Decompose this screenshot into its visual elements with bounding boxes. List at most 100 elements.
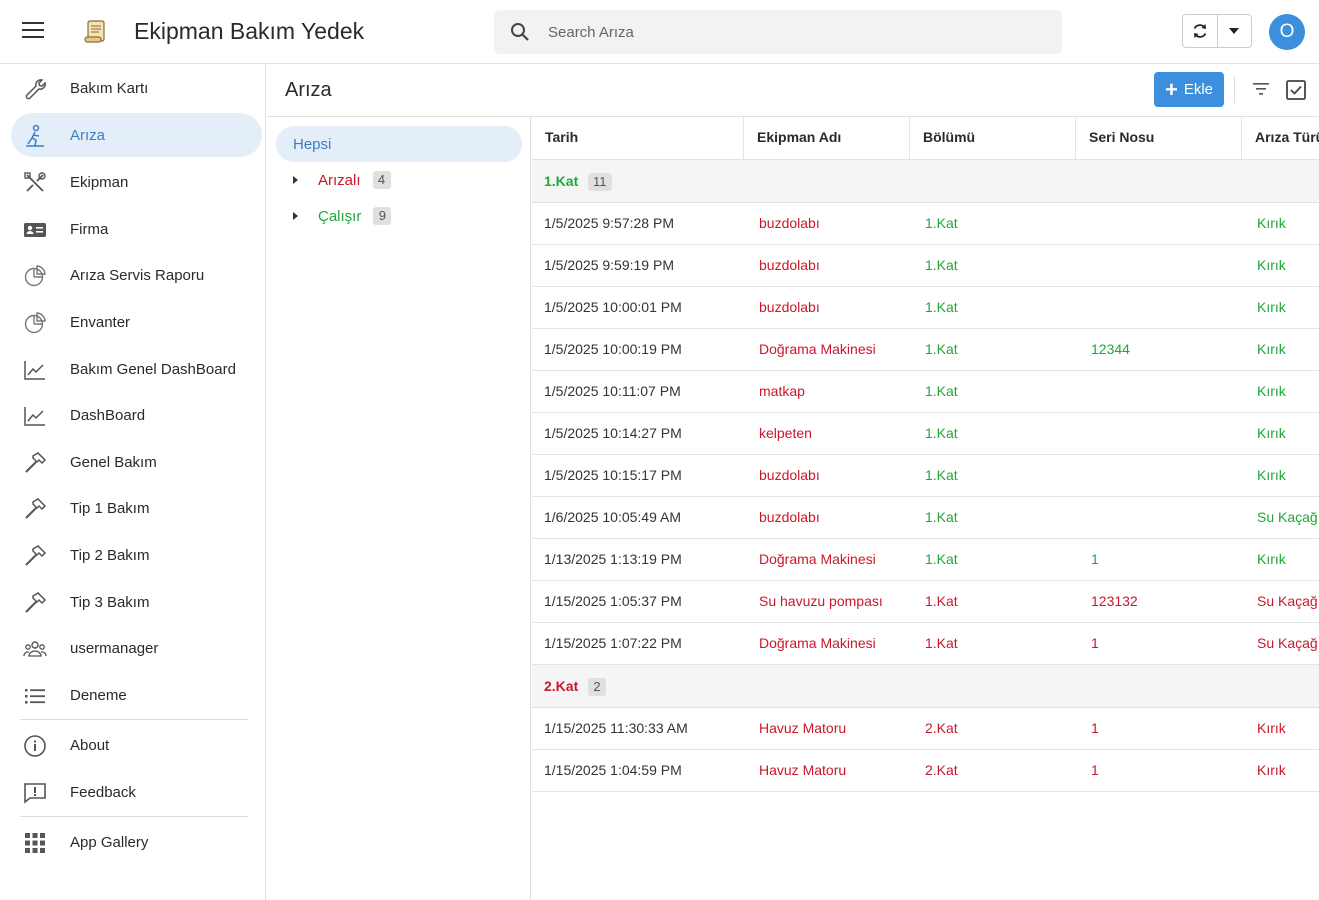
sidebar-item-feedback[interactable]: Feedback bbox=[11, 770, 262, 814]
table-row[interactable]: 1/5/2025 10:00:01 PM buzdolabı 1.Kat Kırık bbox=[532, 287, 1319, 329]
cell-bolumu: 1.Kat bbox=[925, 509, 958, 525]
sidebar-item-envanter[interactable]: Envanter bbox=[11, 300, 262, 344]
sidebar-item-ekipman[interactable]: Ekipman bbox=[11, 160, 262, 204]
table-row[interactable]: 1/5/2025 10:11:07 PM matkap 1.Kat Kırık bbox=[532, 371, 1319, 413]
cell-bolumu: 1.Kat bbox=[925, 383, 958, 399]
sidebar-item-ariza[interactable]: Arıza bbox=[11, 113, 262, 157]
sidebar-item-firma[interactable]: Firma bbox=[11, 207, 262, 251]
table-row[interactable]: 1/5/2025 10:00:19 PM Doğrama Makinesi 1.Ka… bbox=[532, 329, 1319, 371]
sidebar-item-label: Firma bbox=[70, 221, 109, 238]
sidebar-item-about[interactable]: About bbox=[11, 723, 262, 767]
count-badge: 11 bbox=[588, 173, 612, 191]
refresh-dropdown-button[interactable] bbox=[1216, 15, 1251, 47]
table-row[interactable]: 1/13/2025 1:13:19 PM Doğrama Makinesi 1.Ka… bbox=[532, 539, 1319, 581]
column-header-seri-nosu[interactable]: Seri Nosu bbox=[1076, 117, 1242, 160]
refresh-button[interactable] bbox=[1183, 15, 1217, 47]
cell-ariza-turu: Kırık bbox=[1257, 215, 1286, 231]
tree-item-calisir[interactable]: Çalışır 9 bbox=[289, 204, 392, 228]
cell-tarih: 1/5/2025 10:00:01 PM bbox=[544, 299, 682, 315]
tree-item-hepsi[interactable]: Hepsi bbox=[276, 126, 522, 162]
column-header-ariza-turu[interactable]: Arıza Türü bbox=[1242, 117, 1319, 160]
sidebar-item-tip-2-bakim[interactable]: Tip 2 Bakım bbox=[11, 533, 262, 577]
column-header-bolumu[interactable]: Bölümü bbox=[910, 117, 1076, 160]
page-title: Arıza bbox=[285, 79, 332, 101]
menu-icon[interactable] bbox=[22, 22, 46, 42]
table-row[interactable]: 1/5/2025 10:14:27 PM kelpeten 1.Kat Kırık bbox=[532, 413, 1319, 455]
sidebar-item-label: Tip 3 Bakım bbox=[70, 594, 150, 611]
count-badge: 9 bbox=[373, 207, 392, 225]
sidebar-item-usermanager[interactable]: usermanager bbox=[11, 626, 262, 670]
grid-header: Tarih Ekipman Adı Bölümü Seri Nosu Arıza… bbox=[532, 117, 1319, 160]
select-checkbox-icon[interactable] bbox=[1285, 79, 1307, 101]
add-button[interactable]: + Ekle bbox=[1154, 72, 1224, 107]
cell-ariza-turu: Kırık bbox=[1257, 551, 1286, 567]
tree-item-arizali[interactable]: Arızalı 4 bbox=[289, 168, 391, 192]
sidebar-item-label: Arıza Servis Raporu bbox=[70, 267, 205, 284]
table-row[interactable]: 1/6/2025 10:05:49 AM buzdolabı 1.Kat Su Kaç… bbox=[532, 497, 1319, 539]
table-row[interactable]: 1/5/2025 9:59:19 PM buzdolabı 1.Kat Kırık bbox=[532, 245, 1319, 287]
expand-arrow-icon[interactable] bbox=[293, 176, 298, 184]
cell-bolumu: 1.Kat bbox=[925, 635, 958, 651]
sidebar-divider bbox=[20, 816, 248, 817]
user-avatar[interactable]: O bbox=[1269, 14, 1305, 50]
table-row[interactable]: 1/15/2025 11:30:33 AM Havuz Matoru 2.Kat 1 K… bbox=[532, 708, 1319, 750]
sidebar-item-label: Bakım Kartı bbox=[70, 80, 149, 97]
cell-tarih: 1/5/2025 10:14:27 PM bbox=[544, 425, 682, 441]
toolbar-divider bbox=[1234, 77, 1235, 103]
list-icon bbox=[25, 689, 45, 704]
table-row[interactable]: 1/5/2025 10:15:17 PM buzdolabı 1.Kat Kırık bbox=[532, 455, 1319, 497]
sidebar-item-app-gallery[interactable]: App Gallery bbox=[11, 820, 262, 864]
sidebar-item-ariza-servis-raporu[interactable]: Arıza Servis Raporu bbox=[11, 253, 262, 297]
cell-tarih: 1/15/2025 11:30:33 AM bbox=[544, 720, 688, 736]
sidebar-item-bakim-karti[interactable]: Bakım Kartı bbox=[11, 66, 262, 110]
cell-ekipman-adi: buzdolabı bbox=[759, 467, 820, 483]
sidebar-item-label: Tip 1 Bakım bbox=[70, 500, 150, 517]
table-row[interactable]: 1/15/2025 1:07:22 PM Doğrama Makinesi 1.Ka… bbox=[532, 623, 1319, 665]
column-header-ekipman-adi[interactable]: Ekipman Adı bbox=[744, 117, 910, 160]
search-input[interactable] bbox=[548, 10, 1048, 54]
wrench-icon bbox=[25, 79, 46, 100]
cell-tarih: 1/5/2025 9:59:19 PM bbox=[544, 257, 674, 273]
count-badge: 4 bbox=[372, 171, 391, 189]
sidebar-item-genel-bakim[interactable]: Genel Bakım bbox=[11, 440, 262, 484]
content-header: Arıza + Ekle bbox=[267, 64, 1319, 117]
person-repair-icon bbox=[26, 124, 44, 147]
sidebar-item-tip-1-bakim[interactable]: Tip 1 Bakım bbox=[11, 486, 262, 530]
cell-bolumu: 1.Kat bbox=[925, 299, 958, 315]
cell-tarih: 1/5/2025 9:57:28 PM bbox=[544, 215, 674, 231]
sidebar-item-label: Bakım Genel DashBoard bbox=[70, 361, 236, 378]
cell-ekipman-adi: Doğrama Makinesi bbox=[759, 551, 876, 567]
cell-ariza-turu: Su Kaçağı bbox=[1257, 635, 1319, 651]
sidebar-item-dashboard[interactable]: DashBoard bbox=[11, 393, 262, 437]
cell-bolumu: 2.Kat bbox=[925, 720, 958, 736]
group-row[interactable]: 1.Kat 11 bbox=[532, 160, 1319, 203]
cell-ekipman-adi: Havuz Matoru bbox=[759, 720, 847, 736]
table-row[interactable]: 1/15/2025 1:05:37 PM Su havuzu pompası 1.K… bbox=[532, 581, 1319, 623]
feedback-icon bbox=[24, 783, 46, 804]
cell-ekipman-adi: Havuz Matoru bbox=[759, 762, 847, 778]
sidebar-item-tip-3-bakim[interactable]: Tip 3 Bakım bbox=[11, 580, 262, 624]
sidebar-item-label: App Gallery bbox=[70, 834, 149, 851]
cell-tarih: 1/15/2025 1:04:59 PM bbox=[544, 762, 682, 778]
search-icon[interactable] bbox=[510, 22, 530, 42]
sidebar-item-deneme[interactable]: Deneme bbox=[11, 673, 262, 717]
trend-chart-icon bbox=[24, 361, 45, 380]
tree-item-label: Hepsi bbox=[293, 136, 332, 153]
group-label: 1.Kat bbox=[544, 173, 579, 189]
cell-ariza-turu: Kırık bbox=[1257, 299, 1286, 315]
cell-bolumu: 1.Kat bbox=[925, 257, 958, 273]
table-row[interactable]: 1/5/2025 9:57:28 PM buzdolabı 1.Kat Kırık bbox=[532, 203, 1319, 245]
expand-arrow-icon[interactable] bbox=[293, 212, 298, 220]
cell-bolumu: 1.Kat bbox=[925, 467, 958, 483]
hammer-icon bbox=[25, 545, 47, 566]
cell-tarih: 1/15/2025 1:07:22 PM bbox=[544, 635, 682, 651]
add-button-label: Ekle bbox=[1183, 81, 1214, 98]
filter-icon[interactable] bbox=[1251, 80, 1271, 98]
cell-tarih: 1/15/2025 1:05:37 PM bbox=[544, 593, 682, 609]
cell-ariza-turu: Su Kaçağı bbox=[1257, 593, 1319, 609]
table-row[interactable]: 1/15/2025 1:04:59 PM Havuz Matoru 2.Kat 1 Kı… bbox=[532, 750, 1319, 792]
sidebar-item-bakim-genel-dashboard[interactable]: Bakım Genel DashBoard bbox=[11, 347, 262, 391]
group-row[interactable]: 2.Kat 2 bbox=[532, 665, 1319, 708]
column-header-tarih[interactable]: Tarih bbox=[532, 117, 744, 160]
id-card-icon bbox=[24, 223, 46, 237]
